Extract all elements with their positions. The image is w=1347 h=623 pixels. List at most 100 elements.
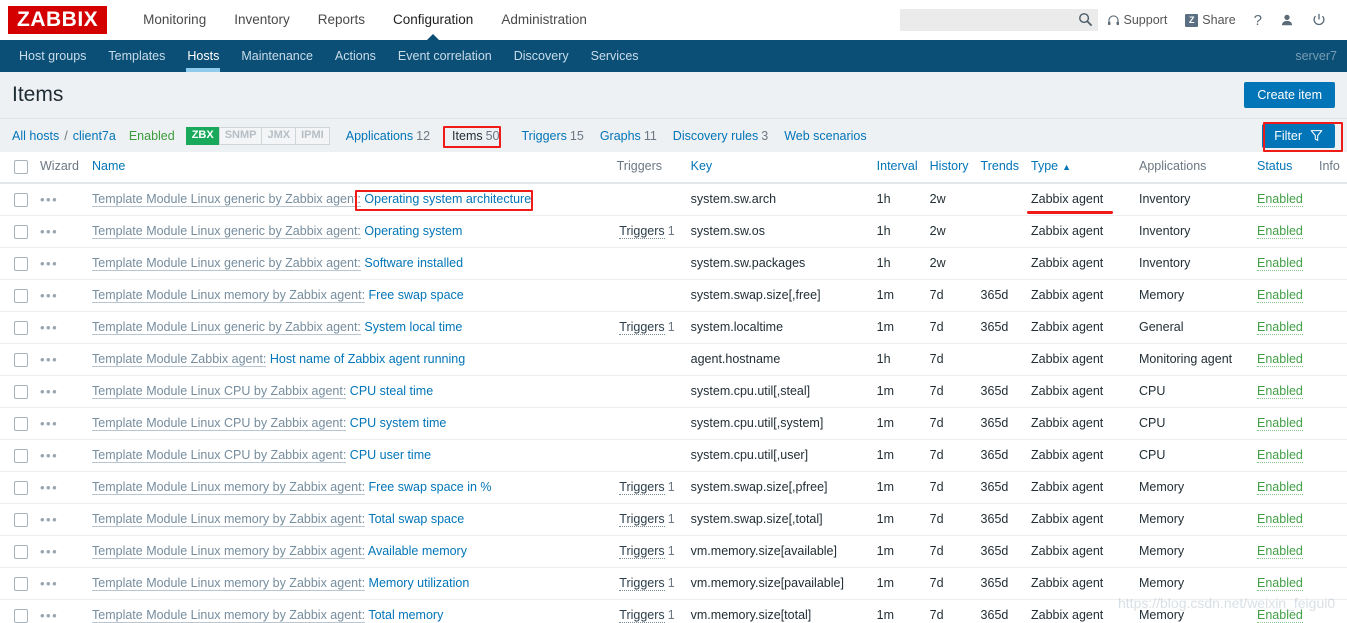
row-template-link[interactable]: Template Module Linux memory by Zabbix a… bbox=[92, 480, 366, 496]
wizard-menu-icon[interactable]: ••• bbox=[40, 256, 58, 271]
row-item-link[interactable]: Available memory bbox=[368, 544, 467, 558]
row-template-link[interactable]: Template Module Linux CPU by Zabbix agen… bbox=[92, 416, 347, 432]
subnav-item-event-correlation[interactable]: Event correlation bbox=[387, 40, 503, 72]
row-template-link[interactable]: Template Module Linux CPU by Zabbix agen… bbox=[92, 384, 347, 400]
row-template-link[interactable]: Template Module Linux CPU by Zabbix agen… bbox=[92, 448, 347, 464]
tab-triggers[interactable]: Triggers 15 bbox=[522, 129, 584, 143]
row-item-link[interactable]: CPU user time bbox=[350, 448, 431, 462]
row-checkbox[interactable] bbox=[14, 480, 28, 495]
row-item-link[interactable]: CPU system time bbox=[350, 416, 447, 430]
row-triggers-link[interactable]: Triggers bbox=[619, 512, 665, 528]
row-template-link[interactable]: Template Module Linux generic by Zabbix … bbox=[92, 320, 361, 336]
header-name[interactable]: Name bbox=[86, 152, 611, 184]
wizard-menu-icon[interactable]: ••• bbox=[40, 352, 58, 367]
help-button[interactable]: ? bbox=[1245, 12, 1271, 29]
breadcrumb-host-client7a[interactable]: client7a bbox=[73, 129, 116, 143]
row-checkbox[interactable] bbox=[14, 352, 28, 367]
subnav-item-templates[interactable]: Templates bbox=[97, 40, 176, 72]
wizard-menu-icon[interactable]: ••• bbox=[40, 416, 58, 431]
row-triggers-link[interactable]: Triggers bbox=[619, 576, 665, 592]
row-checkbox[interactable] bbox=[14, 416, 28, 431]
row-status-link[interactable]: Enabled bbox=[1257, 576, 1303, 592]
tab-applications[interactable]: Applications 12 bbox=[346, 129, 430, 143]
row-template-link[interactable]: Template Module Linux memory by Zabbix a… bbox=[92, 576, 366, 592]
row-template-link[interactable]: Template Module Linux memory by Zabbix a… bbox=[92, 512, 366, 528]
wizard-menu-icon[interactable]: ••• bbox=[40, 288, 58, 303]
wizard-menu-icon[interactable]: ••• bbox=[40, 512, 58, 527]
wizard-menu-icon[interactable]: ••• bbox=[40, 576, 58, 591]
row-item-link[interactable]: Free swap space bbox=[369, 288, 464, 302]
breadcrumb-all-hosts[interactable]: All hosts bbox=[12, 129, 59, 143]
row-status-link[interactable]: Enabled bbox=[1257, 512, 1303, 528]
row-triggers-link[interactable]: Triggers bbox=[619, 224, 665, 240]
row-item-link[interactable]: System local time bbox=[364, 320, 462, 334]
row-status-link[interactable]: Enabled bbox=[1257, 480, 1303, 496]
row-status-link[interactable]: Enabled bbox=[1257, 384, 1303, 400]
subnav-item-services[interactable]: Services bbox=[580, 40, 650, 72]
header-type[interactable]: Type ▲ bbox=[1025, 152, 1133, 184]
row-item-link[interactable]: CPU steal time bbox=[350, 384, 433, 398]
row-checkbox[interactable] bbox=[14, 608, 28, 623]
host-status-enabled[interactable]: Enabled bbox=[129, 129, 175, 143]
create-item-button[interactable]: Create item bbox=[1244, 82, 1335, 108]
wizard-menu-icon[interactable]: ••• bbox=[40, 192, 58, 207]
row-status-link[interactable]: Enabled bbox=[1257, 224, 1303, 240]
row-status-link[interactable]: Enabled bbox=[1257, 256, 1303, 272]
row-status-link[interactable]: Enabled bbox=[1257, 544, 1303, 560]
row-item-link[interactable]: Host name of Zabbix agent running bbox=[270, 352, 465, 366]
subnav-item-host-groups[interactable]: Host groups bbox=[8, 40, 97, 72]
search-input[interactable] bbox=[899, 9, 1098, 31]
row-item-link[interactable]: Operating system architecture bbox=[364, 192, 531, 206]
search-icon[interactable] bbox=[1078, 12, 1093, 27]
row-template-link[interactable]: Template Module Linux memory by Zabbix a… bbox=[92, 608, 366, 623]
wizard-menu-icon[interactable]: ••• bbox=[40, 224, 58, 239]
subnav-item-discovery[interactable]: Discovery bbox=[503, 40, 580, 72]
row-status-link[interactable]: Enabled bbox=[1257, 352, 1303, 368]
row-template-link[interactable]: Template Module Zabbix agent: bbox=[92, 352, 267, 368]
row-status-link[interactable]: Enabled bbox=[1257, 192, 1303, 208]
row-template-link[interactable]: Template Module Linux generic by Zabbix … bbox=[92, 256, 361, 272]
tab-graphs[interactable]: Graphs 11 bbox=[600, 129, 657, 143]
wizard-menu-icon[interactable]: ••• bbox=[40, 608, 58, 623]
row-triggers-link[interactable]: Triggers bbox=[619, 480, 665, 496]
wizard-menu-icon[interactable]: ••• bbox=[40, 384, 58, 399]
subnav-item-hosts[interactable]: Hosts bbox=[176, 40, 230, 72]
row-status-link[interactable]: Enabled bbox=[1257, 288, 1303, 304]
row-item-link[interactable]: Software installed bbox=[364, 256, 463, 270]
support-link[interactable]: Support bbox=[1098, 13, 1177, 27]
wizard-menu-icon[interactable]: ••• bbox=[40, 544, 58, 559]
row-item-link[interactable]: Free swap space in % bbox=[369, 480, 492, 494]
wizard-menu-icon[interactable]: ••• bbox=[40, 448, 58, 463]
header-interval[interactable]: Interval bbox=[870, 152, 924, 184]
row-checkbox[interactable] bbox=[14, 288, 28, 303]
tab-discovery-rules[interactable]: Discovery rules 3 bbox=[673, 129, 768, 143]
wizard-menu-icon[interactable]: ••• bbox=[40, 320, 58, 335]
row-checkbox[interactable] bbox=[14, 576, 28, 591]
tab-items[interactable]: Items 50 bbox=[452, 129, 499, 143]
row-checkbox[interactable] bbox=[14, 256, 28, 271]
row-status-link[interactable]: Enabled bbox=[1257, 320, 1303, 336]
row-status-link[interactable]: Enabled bbox=[1257, 608, 1303, 623]
row-item-link[interactable]: Memory utilization bbox=[369, 576, 470, 590]
row-template-link[interactable]: Template Module Linux generic by Zabbix … bbox=[92, 192, 361, 208]
user-profile-button[interactable] bbox=[1271, 13, 1303, 27]
row-checkbox[interactable] bbox=[14, 320, 28, 335]
subnav-item-actions[interactable]: Actions bbox=[324, 40, 387, 72]
subnav-item-maintenance[interactable]: Maintenance bbox=[230, 40, 324, 72]
row-checkbox[interactable] bbox=[14, 192, 28, 207]
row-template-link[interactable]: Template Module Linux generic by Zabbix … bbox=[92, 224, 361, 240]
zabbix-logo[interactable]: ZABBIX bbox=[8, 6, 108, 34]
select-all-checkbox[interactable] bbox=[14, 159, 28, 174]
row-template-link[interactable]: Template Module Linux memory by Zabbix a… bbox=[92, 544, 366, 560]
row-status-link[interactable]: Enabled bbox=[1257, 416, 1303, 432]
menu-item-administration[interactable]: Administration bbox=[487, 0, 601, 40]
tab-web-scenarios[interactable]: Web scenarios bbox=[784, 129, 866, 143]
row-checkbox[interactable] bbox=[14, 512, 28, 527]
menu-item-inventory[interactable]: Inventory bbox=[220, 0, 304, 40]
header-key[interactable]: Key bbox=[684, 152, 871, 184]
row-item-link[interactable]: Total memory bbox=[368, 608, 443, 622]
row-status-link[interactable]: Enabled bbox=[1257, 448, 1303, 464]
filter-button[interactable]: Filter bbox=[1262, 123, 1335, 148]
share-link[interactable]: Z Share bbox=[1176, 13, 1244, 27]
menu-item-monitoring[interactable]: Monitoring bbox=[129, 0, 220, 40]
